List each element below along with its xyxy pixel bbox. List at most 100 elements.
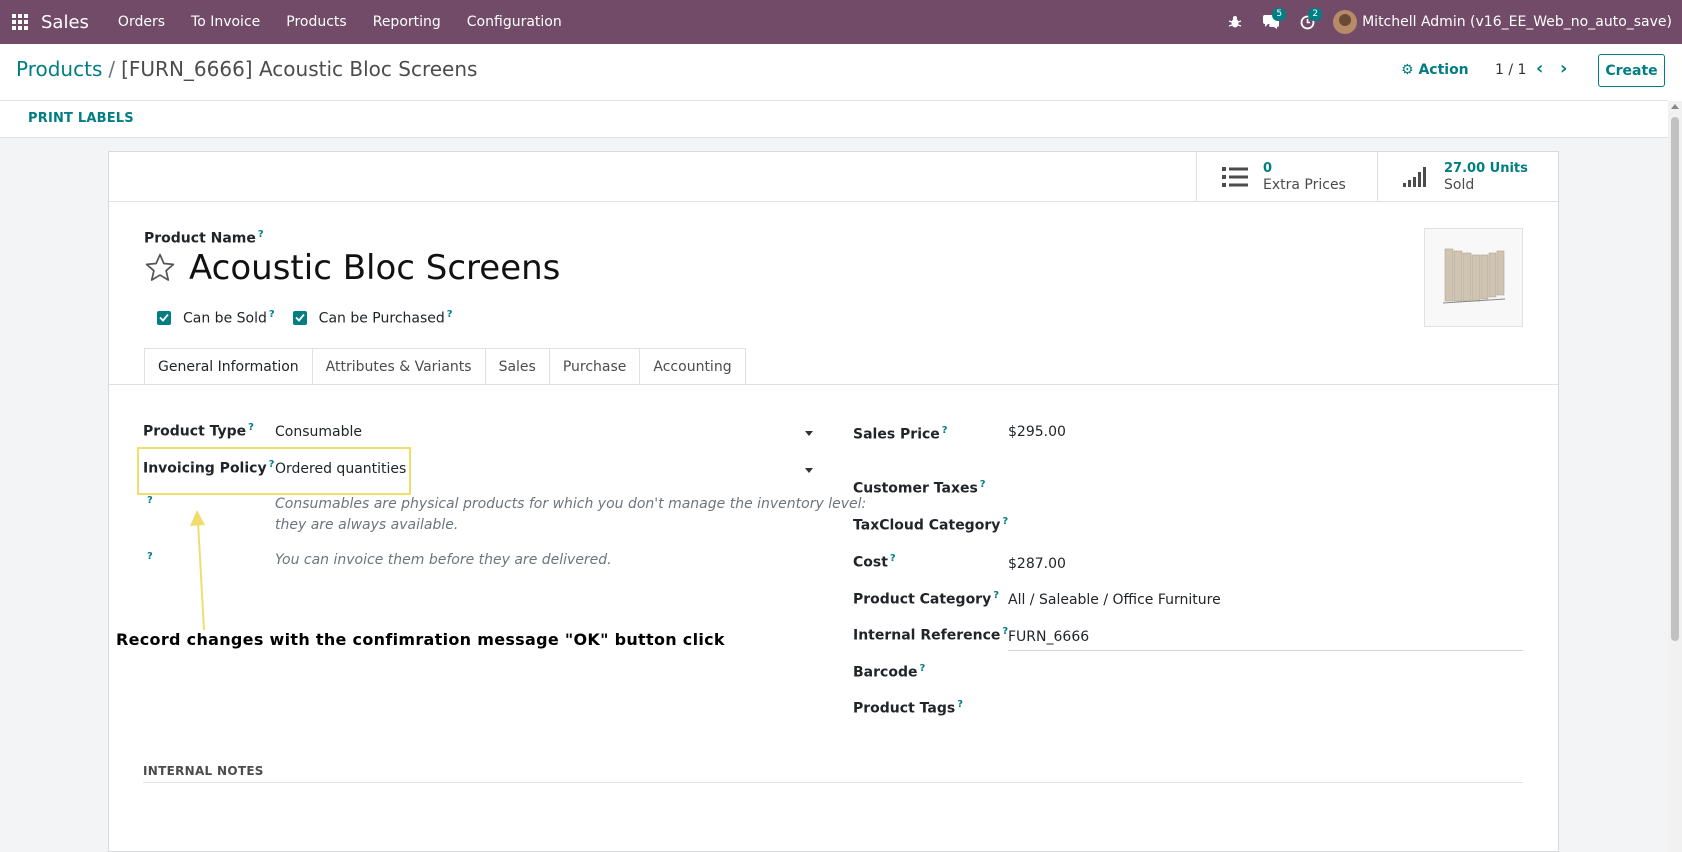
product-name-label: Product Name? (144, 229, 264, 247)
breadcrumb-current: [FURN_6666] Acoustic Bloc Screens (121, 57, 478, 81)
product-category-label: Product Category? (853, 590, 999, 608)
taxcloud-category-label-text: TaxCloud Category (853, 517, 1001, 534)
chevron-down-icon[interactable] (805, 431, 813, 436)
menu-reporting[interactable]: Reporting (360, 14, 454, 30)
help-tooltip-icon[interactable]: ? (993, 590, 999, 601)
list-icon (1217, 166, 1253, 188)
sales-price-label: Sales Price? (853, 425, 948, 443)
create-button[interactable]: Create (1598, 54, 1665, 87)
pager-value[interactable]: 1 / 1 (1495, 62, 1526, 78)
extra-prices-value: 0 (1263, 161, 1273, 176)
breadcrumb-products-link[interactable]: Products (16, 57, 102, 81)
help-tooltip-icon[interactable]: ? (258, 229, 264, 240)
product-type-label-text: Product Type (143, 423, 247, 440)
product-category-label-text: Product Category (853, 591, 992, 608)
can-be-sold-label: Can be Sold? (183, 309, 275, 327)
notebook-tabs: General Information Attributes & Variant… (144, 348, 746, 385)
annotation-caption: Record changes with the confimration mes… (116, 630, 725, 649)
help-tooltip-icon[interactable]: ? (147, 495, 153, 506)
tab-attributes-variants[interactable]: Attributes & Variants (312, 348, 486, 385)
chevron-down-icon[interactable] (805, 468, 813, 473)
activities-badge: 2 (1308, 8, 1323, 21)
barcode-label-text: Barcode (853, 664, 918, 681)
menu-configuration[interactable]: Configuration (454, 14, 575, 30)
tab-purchase[interactable]: Purchase (549, 348, 641, 385)
user-name: Mitchell Admin (v16_EE_Web_no_auto_save) (1362, 14, 1672, 30)
internal-reference-field[interactable]: FURN_6666 (1008, 629, 1089, 645)
control-panel: Products / [FURN_6666] Acoustic Bloc Scree… (0, 44, 1668, 101)
product-type-hint: Consumables are physical products for wh… (275, 494, 866, 536)
action-button[interactable]: ⚙ Action (1401, 62, 1469, 78)
help-tooltip-icon[interactable]: ? (890, 553, 896, 564)
can-be-sold-label-text: Can be Sold (183, 310, 267, 327)
tab-divider (109, 384, 1558, 385)
units-sold-value: 27.00 Units (1444, 161, 1528, 176)
product-type-select[interactable]: Consumable (275, 424, 362, 440)
help-tooltip-icon[interactable]: ? (919, 663, 925, 674)
messages-badge: 5 (1272, 8, 1287, 21)
menu-to-invoice[interactable]: To Invoice (178, 14, 273, 30)
gear-icon: ⚙ (1401, 62, 1414, 78)
tab-sales[interactable]: Sales (485, 348, 550, 385)
app-brand[interactable]: Sales (41, 12, 89, 33)
user-menu[interactable]: Mitchell Admin (v16_EE_Web_no_auto_save) (1325, 10, 1682, 34)
page-scrollbar[interactable] (1668, 101, 1682, 852)
sales-price-field[interactable]: $295.00 (1008, 424, 1066, 440)
tab-accounting[interactable]: Accounting (640, 348, 746, 385)
menu-products[interactable]: Products (273, 14, 359, 30)
tab-general-information[interactable]: General Information (144, 348, 313, 385)
help-tooltip-icon[interactable]: ? (942, 425, 948, 436)
annotation-arrow-icon (190, 510, 205, 631)
customer-taxes-label: Customer Taxes? (853, 479, 986, 497)
print-labels-button[interactable]: PRINT LABELS (28, 111, 134, 126)
can-be-purchased-checkbox[interactable] (292, 310, 307, 325)
extra-prices-label: Extra Prices (1263, 177, 1346, 193)
pager-next-icon[interactable]: › (1560, 58, 1567, 79)
checkbox-row: Can be Sold? Can be Purchased? (157, 309, 471, 327)
internal-reference-label: Internal Reference? (853, 626, 1008, 644)
product-name-field[interactable]: Acoustic Bloc Screens (189, 248, 560, 288)
help-tooltip-icon[interactable]: ? (269, 309, 275, 320)
top-navbar: Sales Orders To Invoice Products Reporti… (0, 0, 1682, 44)
product-tags-label: Product Tags? (853, 699, 963, 717)
scrollbar-thumb[interactable] (1671, 117, 1679, 641)
help-tooltip-icon[interactable]: ? (980, 479, 986, 490)
can-be-purchased-label-text: Can be Purchased (318, 310, 445, 327)
menu-orders[interactable]: Orders (105, 14, 178, 30)
help-tooltip-icon[interactable]: ? (447, 309, 453, 320)
barcode-label: Barcode? (853, 663, 925, 681)
form-button-bar: PRINT LABELS (0, 101, 1668, 138)
product-category-field[interactable]: All / Saleable / Office Furniture (1008, 592, 1221, 608)
breadcrumb: Products / [FURN_6666] Acoustic Bloc Scree… (16, 57, 477, 81)
debug-bug-icon[interactable] (1217, 0, 1253, 44)
product-tags-label-text: Product Tags (853, 700, 956, 717)
help-tooltip-icon[interactable]: ? (248, 422, 254, 433)
help-tooltip-icon[interactable]: ? (1002, 516, 1008, 527)
internal-notes-divider (143, 782, 1523, 783)
cost-label: Cost? (853, 553, 896, 571)
taxcloud-category-label: TaxCloud Category? (853, 516, 1008, 534)
units-sold-label: Sold (1444, 177, 1475, 193)
extra-prices-smart-button[interactable]: 0 Extra Prices (1196, 152, 1377, 202)
help-tooltip-icon[interactable]: ? (957, 699, 963, 710)
units-sold-smart-button[interactable]: 27.00 Units Sold (1377, 152, 1558, 202)
pager-previous-icon[interactable]: ‹ (1536, 58, 1543, 79)
product-type-label: Product Type? (143, 422, 254, 440)
cost-field[interactable]: $287.00 (1008, 556, 1066, 572)
apps-menu-icon[interactable] (0, 0, 40, 44)
invoicing-policy-hint: You can invoice them before they are del… (275, 552, 612, 568)
scroll-up-arrow-icon[interactable] (1671, 104, 1679, 109)
action-label: Action (1418, 62, 1469, 78)
activities-clock-icon[interactable]: 2 (1289, 0, 1325, 44)
customer-taxes-label-text: Customer Taxes (853, 480, 978, 497)
messages-chat-icon[interactable]: 5 (1253, 0, 1289, 44)
smart-button-bar: 0 Extra Prices 27.00 Units Sold (109, 152, 1558, 202)
product-name-label-text: Product Name (144, 230, 256, 247)
cost-label-text: Cost (853, 554, 888, 571)
favorite-star-icon[interactable] (144, 252, 176, 288)
avatar (1333, 10, 1358, 34)
can-be-sold-checkbox[interactable] (157, 310, 171, 325)
product-image[interactable] (1424, 228, 1523, 327)
breadcrumb-separator: / (108, 57, 116, 81)
help-tooltip-icon[interactable]: ? (147, 551, 153, 562)
